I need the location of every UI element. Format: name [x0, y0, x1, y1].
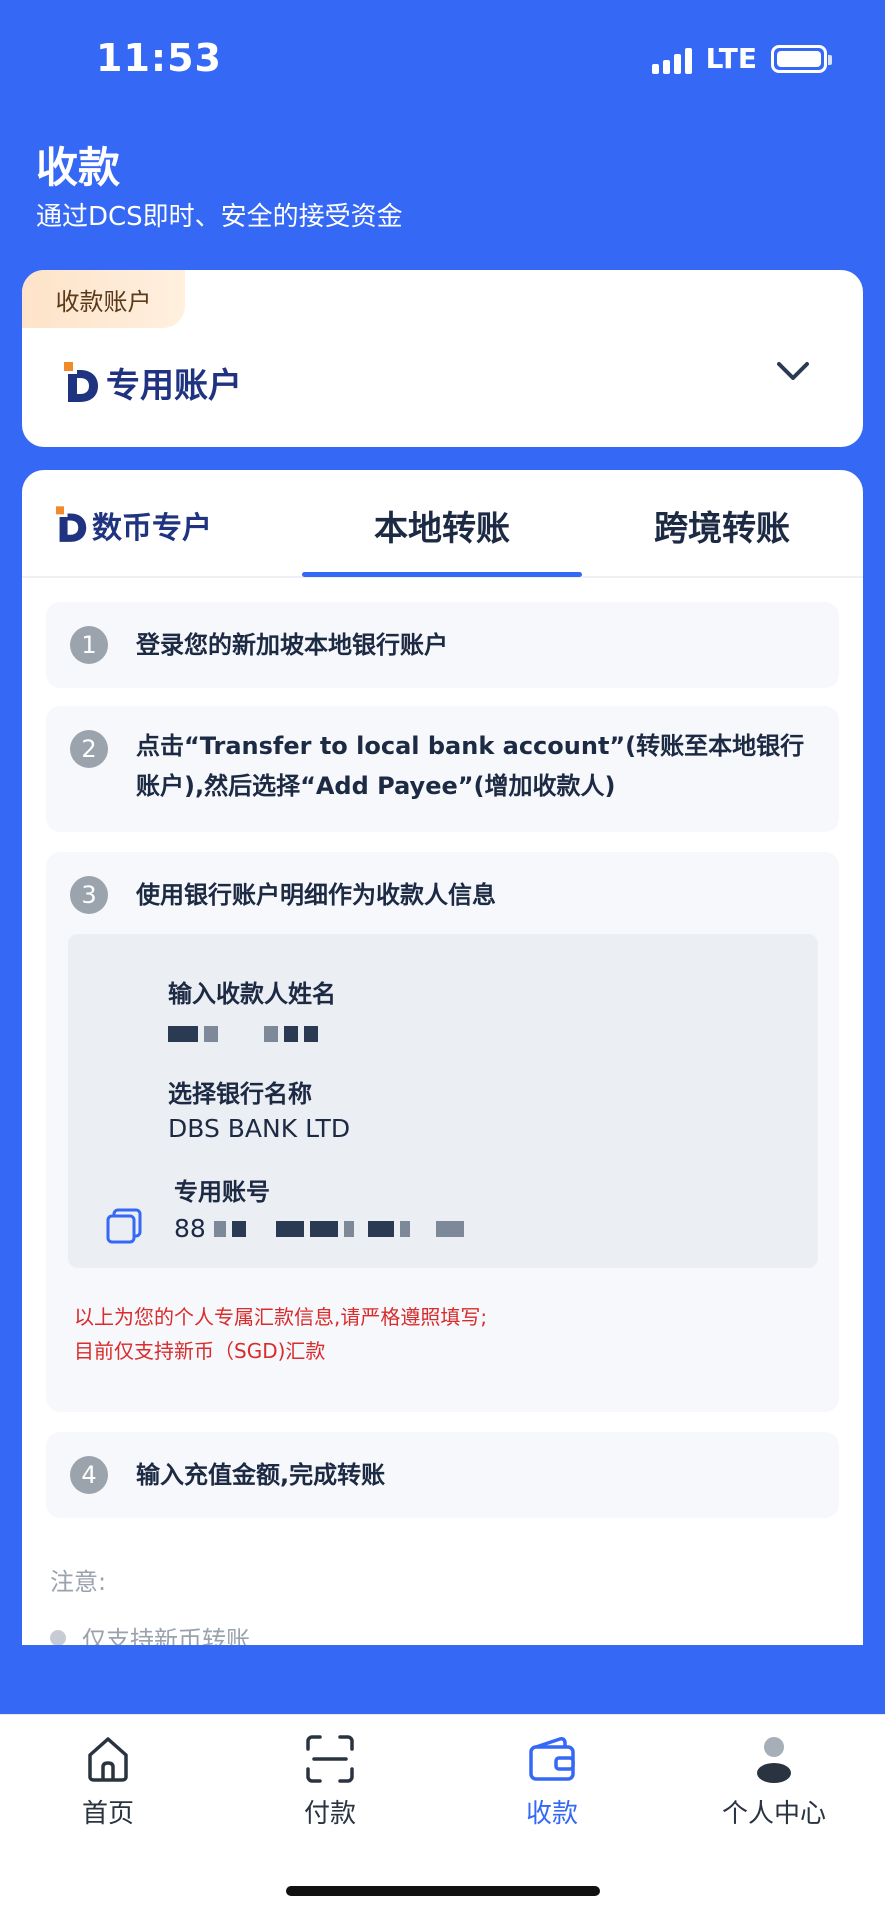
- step-4: 4 输入充值金额,完成转账: [46, 1432, 839, 1518]
- home-indicator: [286, 1886, 600, 1896]
- tab-bar: 数币专户 本地转账 跨境转账: [22, 470, 863, 578]
- nav-pay[interactable]: 付款: [240, 1733, 420, 1830]
- tab-label: 数币专户: [92, 511, 212, 546]
- account-badge: 收款账户: [22, 270, 185, 328]
- payee-name-masked: [168, 1026, 324, 1042]
- bank-name-value: DBS BANK LTD: [168, 1114, 351, 1143]
- payee-info-box: 输入收款人姓名 选择银行名称 DBS BANK LTD 专用账号 88: [68, 934, 818, 1268]
- account-row: 专用账户: [64, 358, 242, 407]
- dcs-logo-icon: [64, 361, 98, 402]
- step-text: 点击“Transfer to local bank account”(转账至本地…: [136, 732, 805, 800]
- account-number-prefix: 88: [174, 1214, 206, 1243]
- nav-label: 付款: [303, 1799, 356, 1829]
- network-type: LTE: [705, 42, 757, 75]
- notice-item: 仅支持新币转账: [50, 1620, 250, 1645]
- bullet-icon: [50, 1629, 66, 1645]
- wallet-icon: [529, 1737, 575, 1781]
- battery-icon: [771, 44, 832, 73]
- account-number-value: 88: [174, 1214, 470, 1243]
- tab-dcs-account[interactable]: 数币专户: [56, 500, 212, 550]
- step-text: 使用银行账户明细作为收款人信息: [136, 881, 496, 909]
- nav-home[interactable]: 首页: [18, 1733, 198, 1830]
- receive-screen: 11:53 LTE 收款 通过DCS即时、安全的接受资金 收款账户 专用账户 数…: [0, 0, 885, 1916]
- remittance-warning: 以上为您的个人专属汇款信息,请严格遵照填写; 目前仅支持新币（SGD)汇款: [74, 1300, 487, 1368]
- signal-icon: [651, 44, 692, 74]
- tab-local-transfer[interactable]: 本地转账: [302, 500, 582, 550]
- copy-icon[interactable]: [104, 1206, 144, 1246]
- account-name: 专用账户: [106, 366, 242, 406]
- nav-label: 首页: [81, 1799, 134, 1829]
- active-tab-indicator: [302, 572, 582, 577]
- nav-profile[interactable]: 个人中心: [684, 1733, 864, 1830]
- receive-account-selector[interactable]: 收款账户 专用账户: [22, 270, 863, 447]
- step-number: 3: [70, 876, 108, 914]
- status-bar: 11:53 LTE: [0, 0, 885, 120]
- bank-name-label: 选择银行名称: [168, 1080, 312, 1108]
- chevron-down-icon[interactable]: [773, 352, 813, 392]
- nav-label: 收款: [525, 1799, 578, 1829]
- tab-cross-border-transfer[interactable]: 跨境转账: [582, 500, 862, 550]
- step-text: 输入充值金额,完成转账: [136, 1461, 386, 1489]
- page-title: 收款: [36, 143, 121, 192]
- step-3: 3 使用银行账户明细作为收款人信息 输入收款人姓名 选择银行名称 DBS BAN…: [46, 852, 839, 1412]
- warning-line-1: 以上为您的个人专属汇款信息,请严格遵照填写;: [74, 1305, 488, 1329]
- payee-name-label: 输入收款人姓名: [168, 980, 336, 1008]
- home-icon: [88, 1737, 128, 1782]
- user-icon: [757, 1737, 791, 1783]
- warning-line-2: 目前仅支持新币（SGD)汇款: [74, 1339, 326, 1363]
- step-number: 2: [70, 730, 108, 768]
- status-indicators: LTE: [651, 42, 832, 75]
- status-time: 11:53: [96, 36, 222, 80]
- account-number-masked: [213, 1220, 470, 1237]
- nav-receive[interactable]: 收款: [462, 1733, 642, 1830]
- step-number: 1: [70, 626, 108, 664]
- step-number: 4: [70, 1456, 108, 1494]
- step-text: 登录您的新加坡本地银行账户: [136, 631, 448, 659]
- page-subtitle: 通过DCS即时、安全的接受资金: [36, 202, 403, 232]
- dcs-logo-icon: [56, 506, 87, 542]
- step-1: 1 登录您的新加坡本地银行账户: [46, 602, 839, 688]
- notice-title: 注意:: [50, 1568, 107, 1596]
- step-2: 2 点击“Transfer to local bank account”(转账至…: [46, 706, 839, 832]
- transfer-guide-card: 数币专户 本地转账 跨境转账 1 登录您的新加坡本地银行账户 2 点击“Tran…: [22, 470, 863, 1645]
- nav-label: 个人中心: [721, 1799, 826, 1829]
- scan-icon: [306, 1735, 354, 1783]
- account-number-label: 专用账号: [174, 1178, 270, 1206]
- notice-item-text: 仅支持新币转账: [82, 1626, 250, 1645]
